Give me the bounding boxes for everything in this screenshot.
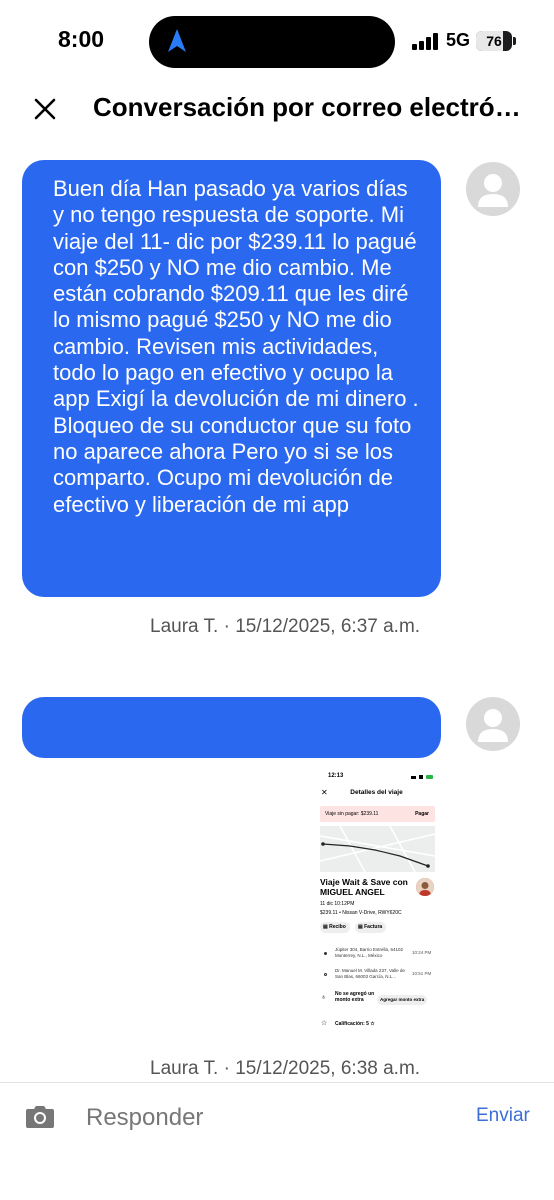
invoice-label: Factura <box>364 924 383 930</box>
message-meta: Laura T. · 15/12/2025, 6:38 a.m. <box>150 1058 421 1079</box>
message-text: Buen día Han pasado ya varios días y no … <box>53 176 419 517</box>
battery-percent: 76 <box>486 33 502 49</box>
status-bar: 8:00 5G 76 <box>0 0 554 84</box>
attachment-status-icons <box>411 775 433 779</box>
navigation-arrow-icon <box>168 29 186 52</box>
attachment-image[interactable]: 12:13 ✕ Detalles del viaje Viaje sin pag… <box>311 768 442 1034</box>
route-map <box>320 826 435 872</box>
rating-text: Calificación: 5 ☆ <box>335 1021 375 1027</box>
receipt-chip: ▤ Recibo <box>320 922 350 933</box>
dropoff-time: 10:51 PM <box>412 971 432 976</box>
avatar <box>466 162 520 216</box>
star-icon: ☆ <box>321 1020 328 1027</box>
pickup-time: 10:24 PM <box>412 950 432 955</box>
send-button[interactable]: Enviar <box>476 1105 530 1127</box>
message-bubble[interactable] <box>22 697 441 758</box>
pay-label: Pagar <box>415 811 429 817</box>
trip-date: 11 dic 10:12PM <box>320 901 355 907</box>
close-icon[interactable] <box>30 94 60 124</box>
message-bubble[interactable]: Buen día Han pasado ya varios días y no … <box>22 160 441 597</box>
add-tip-chip: Agregar monto extra <box>377 995 428 1005</box>
unpaid-text: Viaje sin pagar: $239.11 <box>325 811 379 817</box>
unpaid-banner: Viaje sin pagar: $239.11 Pagar <box>320 806 435 822</box>
network-type: 5G <box>446 30 471 50</box>
status-time: 8:00 <box>58 26 105 52</box>
user-icon <box>478 709 508 742</box>
avatar <box>466 697 520 751</box>
attachment-title: Detalles del viaje <box>350 789 403 796</box>
dropoff-address: Dr. Manuel M. Villada 237, Valle de San … <box>335 968 405 979</box>
tip-icon: ♁ <box>321 994 327 1001</box>
signal-icon <box>412 33 438 50</box>
receipt-label: Recibo <box>329 924 346 930</box>
battery-icon: 76 <box>476 31 512 51</box>
dropoff-square <box>324 973 327 976</box>
attachment-status-time: 12:13 <box>328 773 344 779</box>
camera-icon[interactable] <box>25 1103 55 1129</box>
pickup-address: Júpiter 304, Barrio Estrella, 64102 Mont… <box>335 947 404 958</box>
message-meta: Laura T. · 15/12/2025, 6:37 a.m. <box>150 616 421 637</box>
pickup-dot <box>324 952 327 955</box>
battery-tip <box>513 37 516 45</box>
message-text <box>22 697 441 733</box>
trip-title: Viaje Wait & Save con MIGUEL ANGEL <box>320 877 408 897</box>
page-title: Conversación por correo electrónico <box>93 92 533 122</box>
reply-input[interactable] <box>86 1100 446 1136</box>
header: Conversación por correo electrónico <box>0 84 554 132</box>
driver-avatar <box>416 878 434 896</box>
footer-divider <box>0 1082 554 1083</box>
invoice-chip: ▤ Factura <box>355 922 387 933</box>
trip-car: $239.11 • Nissan V-Drive, RWY620C <box>320 910 402 916</box>
user-icon <box>478 174 508 207</box>
no-tip-text: No se agregó un monto extra <box>335 991 375 1003</box>
